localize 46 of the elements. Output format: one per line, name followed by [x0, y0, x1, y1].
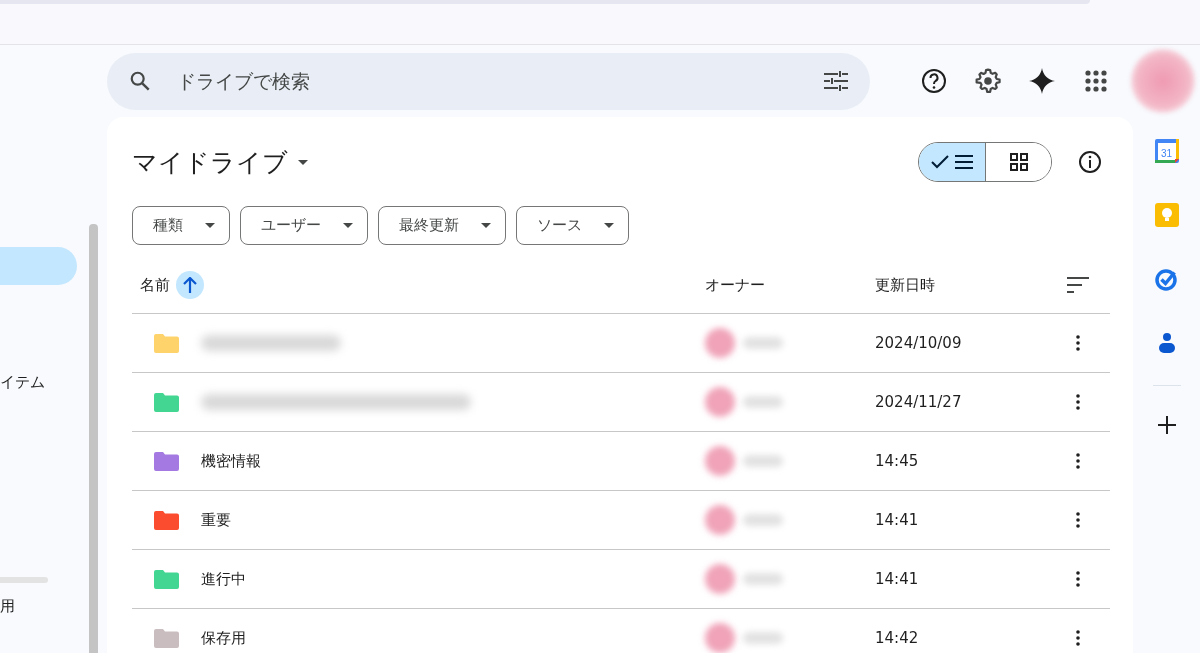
drive-title-menu[interactable]: マイドライブ	[132, 145, 308, 179]
caret-icon	[604, 223, 614, 228]
filter-chip[interactable]: 最終更新	[378, 206, 506, 245]
modified-date: 14:45	[875, 452, 919, 470]
caret-icon	[298, 159, 308, 165]
calendar-icon[interactable]: 31	[1154, 139, 1179, 163]
modified-date: 2024/10/09	[875, 334, 962, 352]
search-field[interactable]: ドライブで検索	[107, 52, 870, 110]
sort-options-icon[interactable]	[1067, 277, 1089, 293]
more-icon[interactable]	[1076, 394, 1080, 410]
more-icon[interactable]	[1076, 630, 1080, 646]
more-icon[interactable]	[1076, 335, 1080, 351]
more-icon[interactable]	[1076, 453, 1080, 469]
caret-icon	[481, 223, 491, 228]
list-icon	[955, 155, 973, 169]
file-name[interactable]: 進行中	[201, 569, 246, 589]
scrollbar[interactable]	[89, 224, 98, 653]
grid-icon	[1009, 153, 1028, 171]
search-icon	[129, 70, 151, 92]
file-name[interactable]: 重要	[201, 510, 231, 530]
check-icon	[931, 155, 949, 169]
caret-icon	[343, 223, 353, 228]
more-icon[interactable]	[1076, 512, 1080, 528]
sidebar-item[interactable]: イテム	[0, 363, 89, 401]
filter-sliders-icon[interactable]	[824, 70, 848, 92]
add-icon[interactable]	[1157, 416, 1176, 434]
filter-chip[interactable]: ソース	[516, 206, 629, 245]
more-icon[interactable]	[1076, 571, 1080, 587]
caret-icon	[205, 223, 215, 228]
modified-date: 14:42	[875, 629, 919, 647]
file-name[interactable]: 機密情報	[201, 451, 261, 471]
modified-date: 14:41	[875, 570, 919, 588]
modified-date: 14:41	[875, 511, 919, 529]
file-name[interactable]: 保存用	[201, 628, 246, 648]
column-header[interactable]: オーナー	[705, 275, 765, 295]
search-input[interactable]: ドライブで検索	[175, 69, 800, 93]
filter-chip[interactable]: ユーザー	[240, 206, 368, 245]
check-circle-icon[interactable]	[1154, 267, 1179, 291]
column-header[interactable]: 更新日時	[875, 275, 935, 295]
column-header[interactable]: 名前	[140, 275, 170, 295]
filter-chip[interactable]: 種類	[132, 206, 230, 245]
grid-view-button[interactable]	[985, 143, 1051, 181]
storage-bar	[0, 577, 48, 583]
list-view-button[interactable]	[919, 143, 985, 181]
storage-label: 用	[0, 597, 16, 616]
modified-date: 2024/11/27	[875, 393, 962, 411]
